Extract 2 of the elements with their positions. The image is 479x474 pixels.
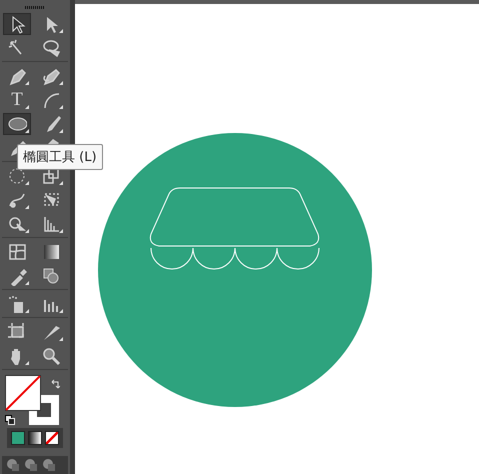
type-tool[interactable]: T (3, 88, 31, 111)
tooltip: 橢圓工具 (L) (17, 144, 103, 170)
